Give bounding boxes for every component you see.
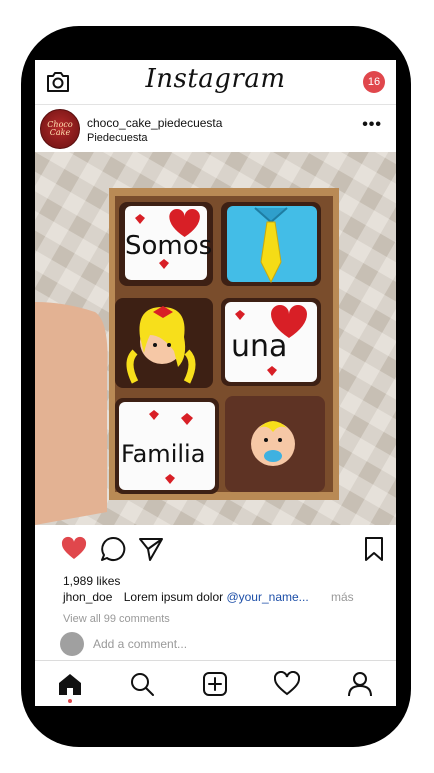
brownie-shirt <box>221 202 321 286</box>
active-indicator <box>68 699 72 703</box>
app-screen: Instagram 16 Choco Cake choco_cake_piede… <box>35 60 396 706</box>
heart-icon[interactable] <box>274 671 300 697</box>
caption-more-link[interactable]: más <box>331 590 354 604</box>
post-photo[interactable]: Somos una Familia <box>35 152 396 525</box>
likes-count[interactable]: 1,989 likes <box>63 574 120 588</box>
bottom-nav <box>35 660 396 706</box>
avatar-logo-text: Choco Cake <box>47 120 73 137</box>
profile-icon[interactable] <box>347 671 373 697</box>
caption-text: Lorem ipsum dolor <box>123 590 224 604</box>
more-options-icon[interactable]: ••• <box>362 116 382 134</box>
brownie-una: una <box>221 298 321 386</box>
view-all-comments[interactable]: View all 99 comments <box>63 613 170 625</box>
avatar[interactable]: Choco Cake <box>40 109 80 149</box>
top-bar: Instagram 16 <box>35 60 396 105</box>
comment-icon[interactable] <box>100 536 126 562</box>
post-actions <box>35 534 396 566</box>
bookmark-icon[interactable] <box>361 536 387 562</box>
caption-username[interactable]: jhon_doe <box>63 590 112 604</box>
post-location[interactable]: Piedecuesta <box>87 132 148 144</box>
home-icon[interactable] <box>57 671 83 697</box>
caption: jhon_doe Lorem ipsum dolor @your_name...… <box>63 590 354 604</box>
brownie-familia: Familia <box>115 398 219 494</box>
brownie-box-image: Somos una Familia <box>35 152 396 525</box>
brownie-somos: Somos <box>119 202 213 286</box>
post-header: Choco Cake choco_cake_piedecuesta Piedec… <box>35 104 396 152</box>
brownie-girl <box>115 298 213 388</box>
brownie-text-somos: Somos <box>125 231 212 261</box>
post-username[interactable]: choco_cake_piedecuesta <box>87 116 222 130</box>
add-icon[interactable] <box>202 671 228 697</box>
add-comment-input[interactable]: Add a comment... <box>93 637 187 651</box>
brownie-baby <box>225 396 325 492</box>
hand-shape <box>35 302 108 525</box>
heart-filled-icon[interactable] <box>61 536 87 562</box>
notification-badge[interactable]: 16 <box>363 71 385 93</box>
commenter-avatar <box>60 632 84 656</box>
app-title: Instagram <box>145 64 286 94</box>
search-icon[interactable] <box>129 671 155 697</box>
brownie-text-familia: Familia <box>121 440 205 468</box>
share-icon[interactable] <box>138 536 164 562</box>
add-comment-row: Add a comment... <box>60 632 380 658</box>
caption-mention[interactable]: @your_name... <box>226 590 308 604</box>
brownie-text-una: una <box>231 329 287 364</box>
